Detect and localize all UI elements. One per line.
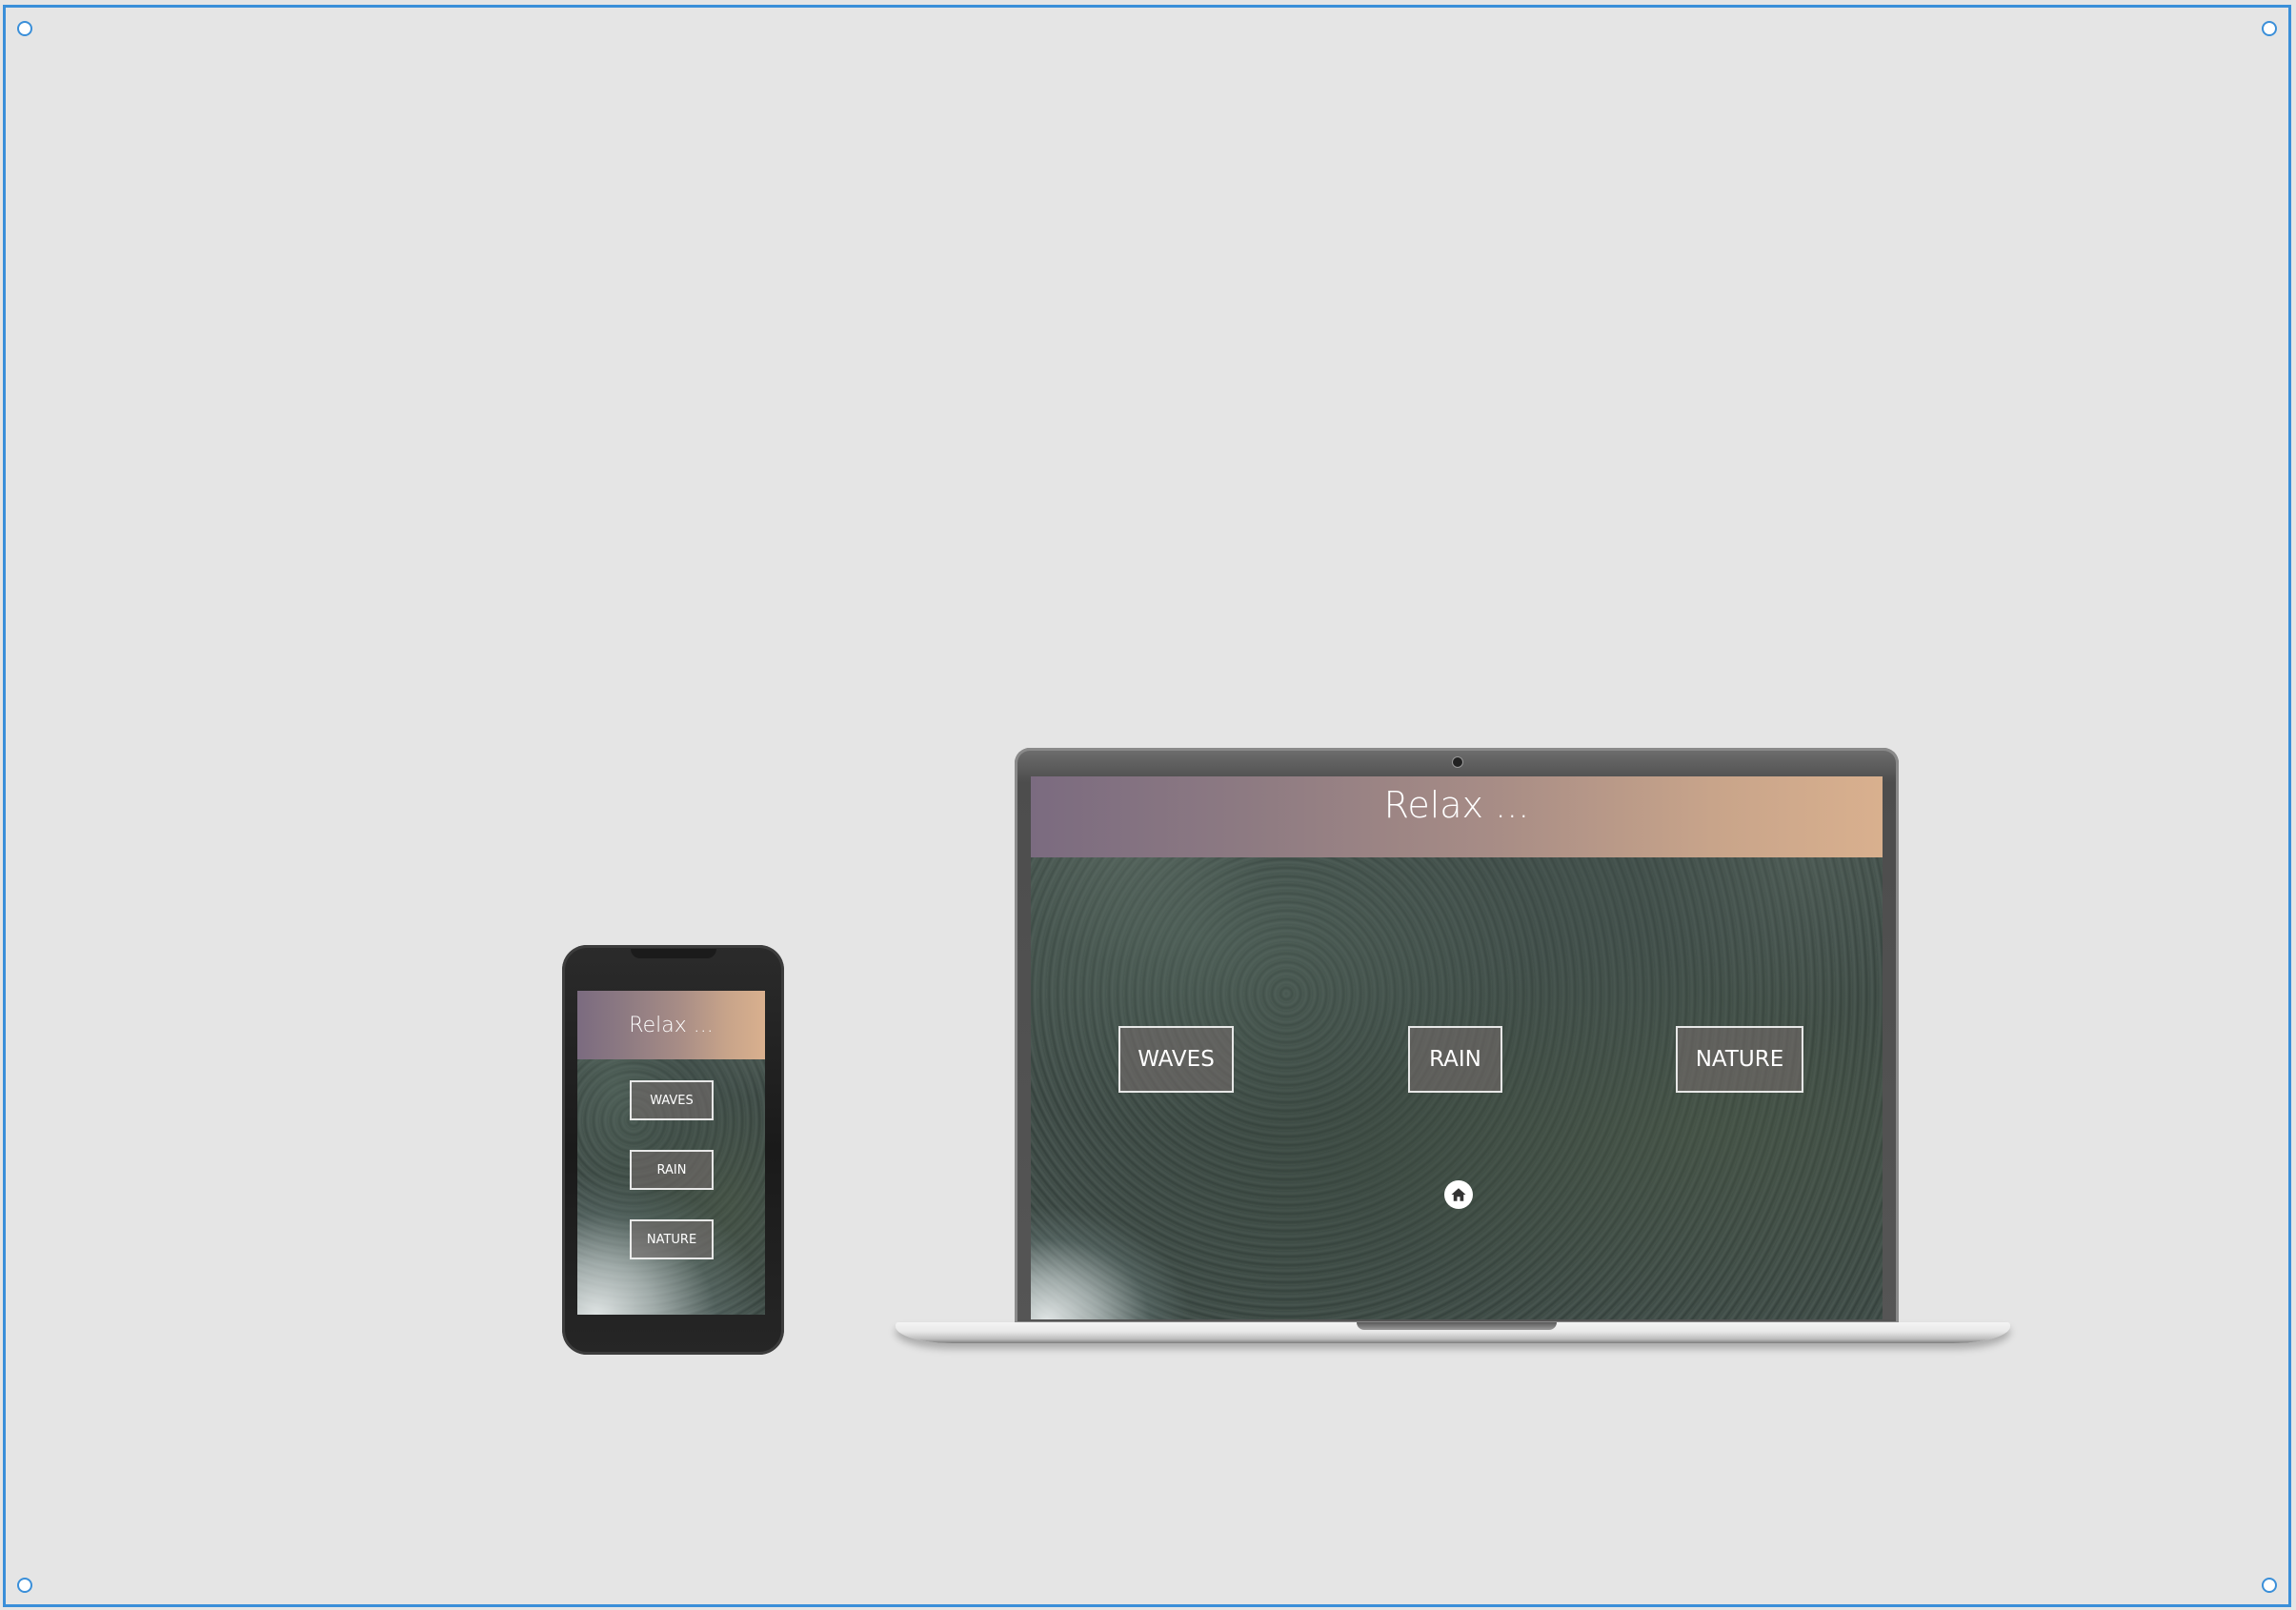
laptop-camera xyxy=(1452,756,1463,768)
laptop-mockup: Relax ... WAVES RAIN NATURE xyxy=(1015,748,1899,1324)
laptop-page-title: Relax ... xyxy=(1383,784,1530,826)
laptop-waves-button[interactable]: WAVES xyxy=(1118,1026,1234,1093)
phone-mockup: Relax ... WAVES RAIN NATURE xyxy=(562,945,784,1355)
resize-handle-top-left[interactable] xyxy=(17,21,32,36)
laptop-title-banner: Relax ... xyxy=(1031,776,1883,857)
laptop-screen: Relax ... WAVES RAIN NATURE xyxy=(1031,776,1883,1319)
phone-waves-button[interactable]: WAVES xyxy=(630,1080,714,1120)
laptop-surf-image xyxy=(1031,1205,1193,1319)
phone-notch xyxy=(631,949,716,958)
home-icon[interactable] xyxy=(1444,1180,1473,1209)
phone-page-title: Relax ... xyxy=(629,1013,714,1037)
resize-handle-bottom-right[interactable] xyxy=(2262,1578,2277,1593)
resize-handle-top-right[interactable] xyxy=(2262,21,2277,36)
laptop-nature-button[interactable]: NATURE xyxy=(1676,1026,1803,1093)
phone-title-banner: Relax ... xyxy=(577,991,765,1059)
phone-screen: Relax ... WAVES RAIN NATURE xyxy=(577,991,765,1315)
phone-rain-button[interactable]: RAIN xyxy=(630,1150,714,1190)
resize-handle-bottom-left[interactable] xyxy=(17,1578,32,1593)
laptop-hinge xyxy=(1357,1322,1557,1330)
laptop-base xyxy=(896,1322,2010,1343)
phone-nature-button[interactable]: NATURE xyxy=(630,1219,714,1259)
laptop-rain-button[interactable]: RAIN xyxy=(1408,1026,1502,1093)
